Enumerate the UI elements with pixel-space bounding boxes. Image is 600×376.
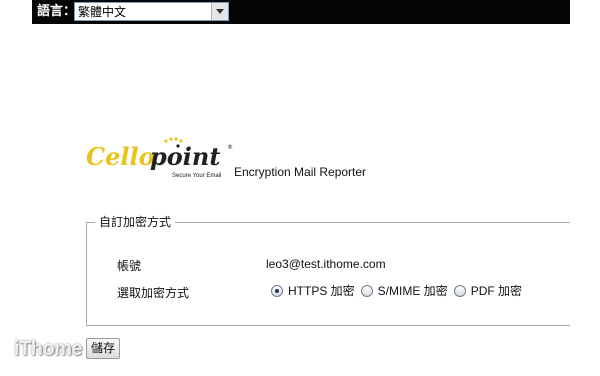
chevron-down-icon[interactable] [211, 3, 228, 20]
language-select-value: 繁體中文 [78, 5, 127, 19]
radio-pdf[interactable]: PDF 加密 [453, 282, 523, 299]
account-value: leo3@test.ithome.com [266, 257, 386, 271]
ithome-watermark: iThome [14, 338, 83, 360]
cellopoint-logo: Cello point ® Secure Your Email [86, 137, 234, 181]
language-label: 語言： [37, 4, 77, 19]
radio-label-https: HTTPS 加密 [288, 284, 355, 298]
language-select[interactable]: 繁體中文 [74, 2, 229, 21]
radio-button-pdf[interactable] [453, 284, 466, 297]
radio-button-https[interactable] [271, 284, 283, 297]
svg-text:®: ® [227, 144, 233, 151]
svg-text:Cello: Cello [86, 142, 155, 171]
app-title: Encryption Mail Reporter [234, 165, 367, 179]
encryption-method-radio-group: HTTPS 加密 S/MIME 加密 PDF 加密 [271, 282, 528, 299]
method-label: 選取加密方式 [117, 286, 190, 300]
svg-text:point: point [150, 142, 220, 171]
save-button[interactable]: 儲存 [86, 338, 121, 359]
encryption-settings-fieldset: 自訂加密方式 帳號 leo3@test.ithome.com 選取加密方式 HT… [86, 214, 570, 326]
radio-label-pdf: PDF 加密 [470, 284, 523, 298]
fieldset-legend: 自訂加密方式 [95, 214, 176, 231]
logo-tagline: Secure Your Email [172, 173, 221, 179]
language-bar: 語言： 繁體中文 [32, 0, 570, 24]
radio-smime[interactable]: S/MIME 加密 [360, 282, 448, 299]
radio-label-smime: S/MIME 加密 [377, 284, 448, 298]
radio-https[interactable]: HTTPS 加密 [271, 282, 355, 299]
account-label: 帳號 [117, 259, 142, 273]
radio-button-smime[interactable] [360, 284, 373, 297]
